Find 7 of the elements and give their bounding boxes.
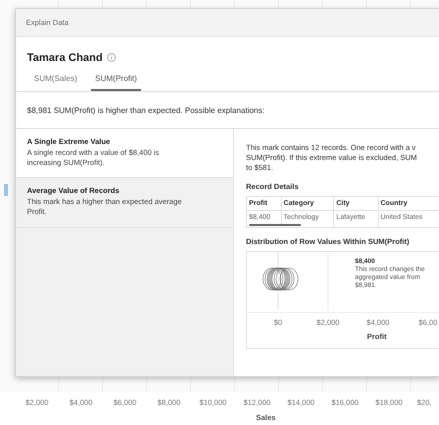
ring-cluster-drawing — [262, 268, 298, 290]
bar-mark — [4, 184, 8, 196]
mark-name: Tamara Chand — [27, 52, 103, 64]
tab[interactable]: SUM(Profit) — [91, 72, 141, 91]
summary-text: $8,981 SUM(Profit) is higher than expected. Possible explanations: — [27, 106, 264, 114]
tab[interactable]: SUM(Sales) — [30, 72, 82, 91]
info-icon[interactable] — [106, 53, 116, 62]
